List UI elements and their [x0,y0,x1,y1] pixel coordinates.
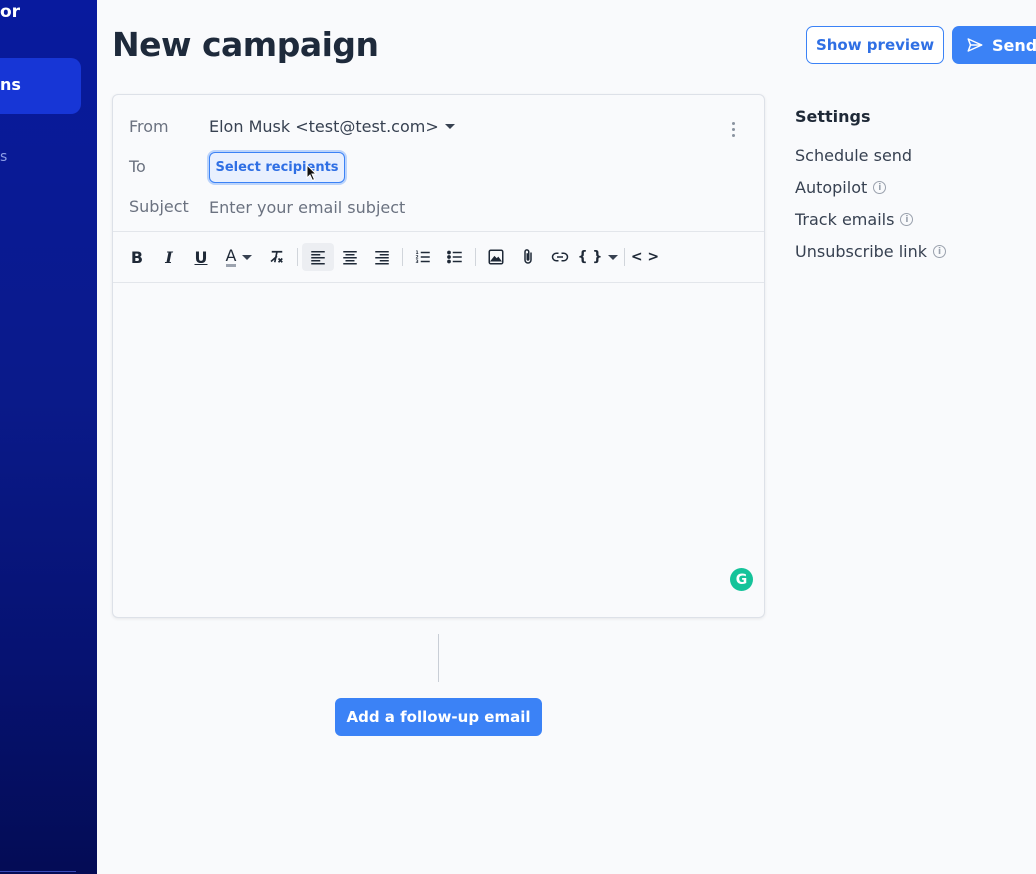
ordered-list-icon: 123 [416,250,430,265]
info-icon[interactable]: i [900,213,914,226]
attach-button[interactable] [512,243,544,271]
grammarly-icon[interactable]: G [730,568,753,591]
from-label: From [129,117,169,136]
setting-label: Schedule send [795,146,913,165]
text-color-icon: A [225,245,237,267]
email-body-editor[interactable] [113,283,764,617]
from-select[interactable]: Elon Musk <test@test.com> [209,117,455,136]
insert-image-button[interactable] [480,243,512,271]
toolbar-separator [402,248,403,266]
underline-button[interactable]: U [185,243,217,271]
from-value: Elon Musk <test@test.com> [209,117,439,136]
select-recipients-label: Select recipients [215,160,339,175]
align-right-icon [375,251,389,265]
email-composer: From Elon Musk <test@test.com> To Select… [112,94,765,618]
setting-label: Unsubscribe link [795,242,928,261]
caret-down-icon [242,254,253,260]
setting-schedule-send[interactable]: Schedule send [795,146,912,165]
setting-unsubscribe-link[interactable]: Unsubscribe link i [795,242,947,261]
braces-icon: { } [577,249,603,265]
align-left-button[interactable] [302,243,334,271]
sidebar-item[interactable]: s [0,149,7,165]
sidebar-divider [0,871,76,872]
underline-icon: U [194,247,208,267]
setting-track-emails[interactable]: Track emails i [795,210,914,229]
subject-input[interactable] [209,195,709,219]
send-button[interactable]: Send [952,26,1036,64]
bold-icon: B [130,247,144,267]
brand-name: or [0,2,21,22]
bold-button[interactable]: B [121,243,153,271]
show-preview-button[interactable]: Show preview [806,26,944,64]
formatting-toolbar: B I U A 123 {} < > [121,241,661,273]
subject-label: Subject [129,197,189,216]
select-recipients-button[interactable]: Select recipients [209,152,345,183]
send-icon [967,38,983,52]
show-preview-label: Show preview [815,36,935,54]
link-icon [551,252,569,262]
insert-link-button[interactable] [544,243,576,271]
add-follow-up-button[interactable]: Add a follow-up email [335,698,542,736]
paperclip-icon [524,249,532,264]
align-right-button[interactable] [366,243,398,271]
italic-button[interactable]: I [153,243,185,271]
add-follow-up-label: Add a follow-up email [346,708,531,726]
info-icon[interactable]: i [933,245,947,258]
toolbar-separator [297,248,298,266]
variables-button[interactable]: { } [576,243,620,271]
toolbar-separator [624,248,625,266]
setting-label: Autopilot [795,178,868,197]
send-label: Send [992,35,1036,55]
toolbar-separator [475,248,476,266]
align-center-button[interactable] [334,243,366,271]
sidebar-item-campaigns[interactable]: ns [0,58,81,114]
sidebar: or ns s [0,0,97,874]
caret-down-icon [608,254,619,260]
italic-icon: I [165,247,173,267]
setting-autopilot[interactable]: Autopilot i [795,178,887,197]
settings-title: Settings [795,107,871,126]
svg-text:3: 3 [416,259,419,265]
divider [113,231,764,232]
ordered-list-button[interactable]: 123 [407,243,439,271]
code-view-button[interactable]: < > [629,243,661,271]
clear-format-icon [270,250,283,263]
mouse-cursor-icon [306,164,318,182]
code-icon: < > [630,249,660,265]
clear-format-button[interactable] [261,243,293,271]
setting-label: Track emails [795,210,895,229]
info-icon[interactable]: i [873,181,887,194]
align-left-icon [311,251,325,265]
to-label: To [129,157,146,176]
connector-line [438,634,439,682]
bullet-list-icon [447,250,462,264]
caret-down-icon [444,124,455,129]
sidebar-item-label: ns [0,75,21,94]
image-icon [488,249,504,265]
page-title: New campaign [112,25,379,64]
align-center-icon [343,251,357,265]
text-color-button[interactable]: A [217,243,261,271]
bullet-list-button[interactable] [439,243,471,271]
more-options-icon[interactable] [732,122,735,137]
